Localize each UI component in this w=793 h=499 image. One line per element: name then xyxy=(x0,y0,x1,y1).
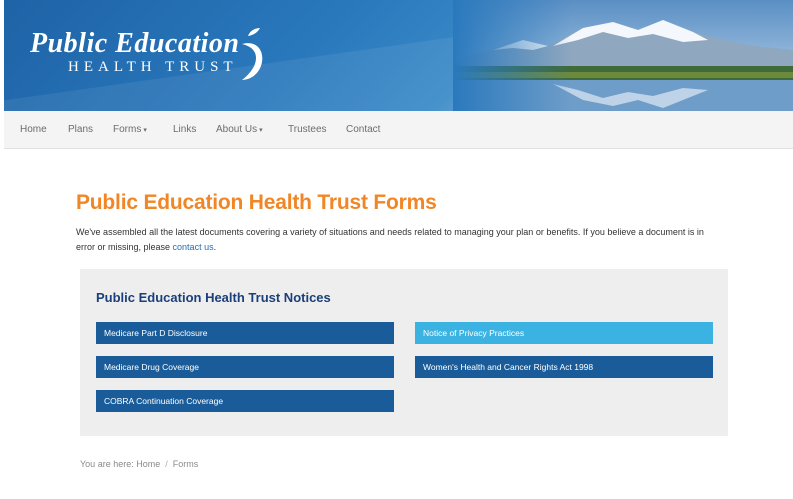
nav-links[interactable]: Links xyxy=(173,124,196,135)
medicare-part-d-disclosure-button[interactable]: Medicare Part D Disclosure xyxy=(96,322,394,344)
nav-about-us[interactable]: About Us ▾ xyxy=(216,124,263,135)
notices-title: Public Education Health Trust Notices xyxy=(96,290,331,305)
logo-line1: Public Education xyxy=(30,28,240,59)
nav-home[interactable]: Home xyxy=(20,124,47,135)
breadcrumb-forms: Forms xyxy=(172,459,199,469)
contact-us-link[interactable]: contact us xyxy=(173,242,214,252)
site-logo[interactable]: Public Education HEALTH TRUST xyxy=(30,28,240,76)
notices-panel: Public Education Health Trust Notices Me… xyxy=(80,269,728,436)
intro-end: . xyxy=(213,242,217,252)
nav-plans[interactable]: Plans xyxy=(68,124,93,135)
apple-icon xyxy=(242,28,263,80)
nav-trustees[interactable]: Trustees xyxy=(288,124,327,135)
cobra-continuation-coverage-button[interactable]: COBRA Continuation Coverage xyxy=(96,390,394,412)
main-navigation: Home Plans Forms ▾ Links About Us ▾ Truste… xyxy=(4,111,793,149)
womens-health-cancer-rights-button[interactable]: Women's Health and Cancer Rights Act 199… xyxy=(415,356,713,378)
nav-forms[interactable]: Forms ▾ xyxy=(113,124,147,135)
breadcrumb: You are here: Home / Forms xyxy=(80,459,198,469)
logo-line2: HEALTH TRUST xyxy=(68,59,238,75)
intro-paragraph: We've assembled all the latest documents… xyxy=(76,225,716,255)
breadcrumb-prefix: You are here: xyxy=(80,459,134,469)
chevron-down-icon: ▾ xyxy=(259,127,263,134)
page-title: Public Education Health Trust Forms xyxy=(76,191,437,214)
intro-text: We've assembled all the latest documents… xyxy=(76,227,704,252)
nav-about-us-label: About Us xyxy=(216,124,258,135)
nav-forms-label: Forms xyxy=(113,124,142,135)
site-header: Public Education HEALTH TRUST xyxy=(4,0,793,111)
chevron-down-icon: ▾ xyxy=(143,127,147,134)
breadcrumb-separator: / xyxy=(165,459,168,469)
mountain-landscape-image xyxy=(453,0,793,111)
breadcrumb-home[interactable]: Home xyxy=(136,459,160,469)
notice-of-privacy-practices-button[interactable]: Notice of Privacy Practices xyxy=(415,322,713,344)
medicare-drug-coverage-button[interactable]: Medicare Drug Coverage xyxy=(96,356,394,378)
nav-contact[interactable]: Contact xyxy=(346,124,380,135)
